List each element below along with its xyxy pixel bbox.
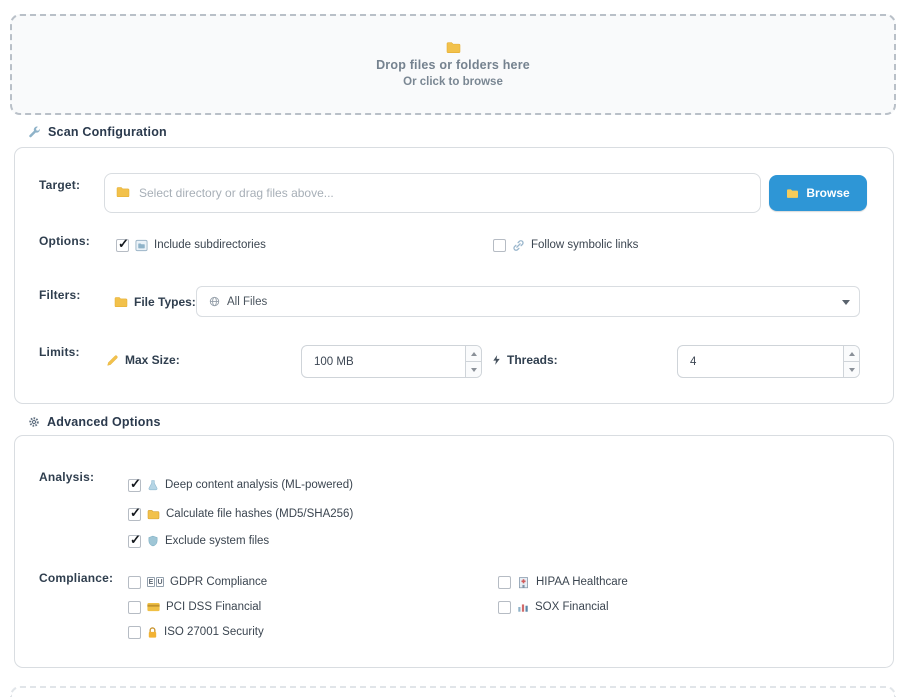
spin-down-button[interactable] — [466, 362, 481, 377]
checkbox-iso-27001-security[interactable] — [128, 626, 141, 639]
dropzone-primary-text: Drop files or folders here — [376, 58, 530, 72]
deep-content-analysis-label: Deep content analysis (ML-powered) — [165, 479, 353, 491]
option-gdpr-compliance[interactable]: EU GDPR Compliance — [128, 574, 267, 590]
lightning-icon — [492, 354, 501, 366]
flask-icon — [147, 479, 159, 491]
checkbox-sox-financial[interactable] — [498, 601, 511, 614]
file-types-selected-value: All Files — [227, 296, 267, 308]
spin-up-button[interactable] — [466, 346, 481, 362]
option-include-subdirectories[interactable]: ✓ Include subdirectories — [116, 237, 266, 253]
pci-dss-financial-label: PCI DSS Financial — [166, 601, 261, 613]
gdpr-compliance-label: GDPR Compliance — [170, 576, 267, 588]
compliance-label: Compliance: — [39, 571, 113, 585]
max-size-input[interactable] — [302, 346, 465, 377]
iso-27001-security-label: ISO 27001 Security — [164, 626, 264, 638]
threads-input[interactable] — [678, 346, 843, 377]
spin-up-button[interactable] — [844, 346, 859, 362]
options-label: Options: — [39, 234, 90, 248]
eu-flag-icon: EU — [147, 577, 164, 587]
target-input[interactable] — [104, 173, 761, 213]
option-pci-dss-financial[interactable]: PCI DSS Financial — [128, 599, 261, 615]
include-subdirectories-label: Include subdirectories — [154, 239, 266, 251]
sox-financial-label: SOX Financial — [535, 601, 609, 613]
link-icon — [512, 239, 525, 252]
bar-chart-icon — [517, 601, 529, 613]
checkbox-deep-content-analysis[interactable]: ✓ — [128, 479, 141, 492]
globe-icon — [209, 296, 220, 307]
analysis-label: Analysis: — [39, 470, 94, 484]
checkbox-gdpr-compliance[interactable] — [128, 576, 141, 589]
calculate-file-hashes-label: Calculate file hashes (MD5/SHA256) — [166, 508, 353, 520]
target-label: Target: — [39, 178, 80, 192]
subdirectories-icon — [135, 239, 148, 252]
hipaa-healthcare-label: HIPAA Healthcare — [536, 576, 628, 588]
checkbox-hipaa-healthcare[interactable] — [498, 576, 511, 589]
option-sox-financial[interactable]: SOX Financial — [498, 599, 609, 615]
folder-icon — [147, 509, 160, 520]
filters-label: Filters: — [39, 288, 81, 302]
option-calculate-file-hashes[interactable]: ✓ Calculate file hashes (MD5/SHA256) — [128, 506, 353, 522]
folder-icon — [446, 41, 461, 54]
option-follow-symbolic-links[interactable]: Follow symbolic links — [493, 237, 638, 253]
next-section-top-border — [10, 686, 896, 697]
lock-icon — [147, 626, 158, 639]
file-types-label-group: File Types: — [114, 295, 196, 309]
shield-icon — [147, 535, 159, 547]
file-scanner-app: Drop files or folders here Or click to b… — [0, 0, 909, 697]
chevron-down-icon — [842, 300, 850, 305]
scan-configuration-title: Scan Configuration — [48, 125, 167, 139]
browse-button[interactable]: Browse — [769, 175, 867, 211]
credit-card-icon — [147, 602, 160, 612]
pencil-icon — [106, 354, 119, 367]
folder-icon — [786, 188, 799, 199]
scan-configuration-panel: Target: Browse Options: ✓ Include subdir… — [14, 147, 894, 404]
checkbox-pci-dss-financial[interactable] — [128, 601, 141, 614]
file-types-label: File Types: — [134, 295, 196, 309]
advanced-options-panel: Analysis: ✓ Deep content analysis (ML-po… — [14, 435, 894, 668]
option-hipaa-healthcare[interactable]: HIPAA Healthcare — [498, 574, 628, 590]
file-dropzone[interactable]: Drop files or folders here Or click to b… — [10, 14, 896, 115]
checkbox-follow-symbolic-links[interactable] — [493, 239, 506, 252]
exclude-system-files-label: Exclude system files — [165, 535, 269, 547]
target-input-wrap — [104, 173, 761, 213]
advanced-options-heading: Advanced Options — [28, 415, 161, 429]
option-iso-27001-security[interactable]: ISO 27001 Security — [128, 624, 264, 640]
file-types-select[interactable]: All Files — [196, 286, 860, 317]
max-size-label: Max Size: — [125, 353, 180, 367]
threads-spinners — [843, 346, 859, 377]
spin-down-button[interactable] — [844, 362, 859, 377]
checkbox-calculate-file-hashes[interactable]: ✓ — [128, 508, 141, 521]
threads-label-group: Threads: — [492, 353, 558, 367]
limits-label: Limits: — [39, 345, 80, 359]
option-exclude-system-files[interactable]: ✓ Exclude system files — [128, 533, 269, 549]
max-size-label-group: Max Size: — [106, 353, 180, 367]
hospital-icon — [517, 576, 530, 589]
max-size-spinners — [465, 346, 481, 377]
checkbox-exclude-system-files[interactable]: ✓ — [128, 535, 141, 548]
scan-configuration-heading: Scan Configuration — [28, 125, 167, 139]
browse-button-label: Browse — [806, 186, 849, 200]
follow-symbolic-links-label: Follow symbolic links — [531, 239, 638, 251]
option-deep-content-analysis[interactable]: ✓ Deep content analysis (ML-powered) — [128, 477, 353, 493]
max-size-spinbox — [301, 345, 482, 378]
wrench-icon — [28, 126, 41, 139]
gear-icon — [28, 416, 40, 428]
threads-label: Threads: — [507, 353, 558, 367]
threads-spinbox — [677, 345, 860, 378]
dropzone-secondary-text: Or click to browse — [403, 76, 503, 88]
checkbox-include-subdirectories[interactable]: ✓ — [116, 239, 129, 252]
advanced-options-title: Advanced Options — [47, 415, 161, 429]
folder-icon — [114, 296, 128, 308]
